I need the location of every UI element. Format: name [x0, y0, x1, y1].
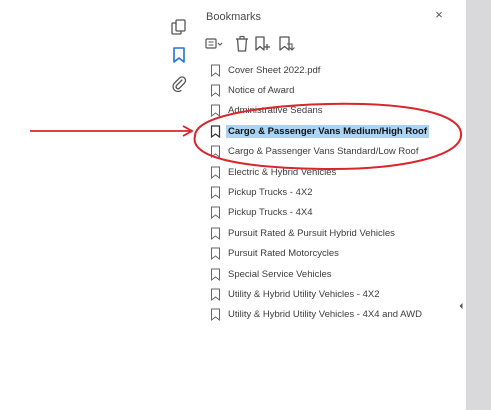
bookmark-icon: [210, 247, 221, 261]
new-bookmark-icon[interactable]: [252, 34, 272, 54]
bookmark-label: Pursuit Rated Motorcycles: [228, 248, 339, 260]
delete-bookmark-icon[interactable]: [232, 34, 252, 54]
bookmark-item[interactable]: Pursuit Rated & Pursuit Hybrid Vehicles: [210, 223, 460, 243]
options-menu-icon[interactable]: [204, 34, 224, 54]
new-bookmark-from-structure-icon[interactable]: [276, 34, 296, 54]
bookmark-item[interactable]: Special Service Vehicles: [210, 264, 460, 284]
bookmark-label: Pickup Trucks - 4X2: [228, 187, 313, 199]
bookmark-icon: [210, 268, 221, 281]
bookmark-label: Cover Sheet 2022.pdf: [228, 64, 321, 76]
annotation-arrow: [30, 125, 194, 137]
navigation-rail: [163, 0, 195, 410]
attachment-paperclip-icon[interactable]: [170, 75, 188, 93]
bookmark-label: Utility & Hybrid Utility Vehicles - 4X2: [228, 288, 380, 300]
pages-thumbnail-icon[interactable]: [170, 18, 188, 36]
bookmark-label: Pickup Trucks - 4X4: [228, 207, 313, 219]
bookmark-label: Utility & Hybrid Utility Vehicles - 4X4 …: [228, 309, 422, 321]
bookmark-label: Pursuit Rated & Pursuit Hybrid Vehicles: [228, 227, 395, 239]
document-area-edge: [466, 0, 491, 410]
bookmark-item[interactable]: Pickup Trucks - 4X4: [210, 203, 460, 223]
bookmark-item[interactable]: Cover Sheet 2022.pdf: [210, 60, 460, 80]
bookmark-item[interactable]: Pickup Trucks - 4X2: [210, 182, 460, 202]
bookmark-item[interactable]: Utility & Hybrid Utility Vehicles - 4X4 …: [210, 305, 460, 325]
bookmark-icon: [210, 186, 221, 200]
bookmark-icon: [210, 206, 221, 220]
bookmark-icon[interactable]: [170, 46, 188, 64]
panel-title: Bookmarks: [206, 11, 262, 23]
close-button[interactable]: ×: [430, 6, 448, 24]
bookmark-icon: [210, 64, 221, 77]
bookmark-label: Notice of Award: [228, 85, 295, 97]
bookmarks-panel: Bookmarks × Cover Sheet 2022.pdf Notice …: [196, 0, 466, 410]
annotation-ellipse: [193, 102, 463, 171]
bookmark-label: Special Service Vehicles: [228, 268, 332, 280]
bookmark-icon: [210, 227, 221, 240]
bookmark-item[interactable]: Utility & Hybrid Utility Vehicles - 4X2: [210, 284, 460, 304]
bookmark-item[interactable]: Pursuit Rated Motorcycles: [210, 244, 460, 264]
bookmark-icon: [210, 308, 221, 322]
bookmark-icon: [210, 288, 221, 301]
panel-resize-handle[interactable]: [459, 296, 463, 309]
